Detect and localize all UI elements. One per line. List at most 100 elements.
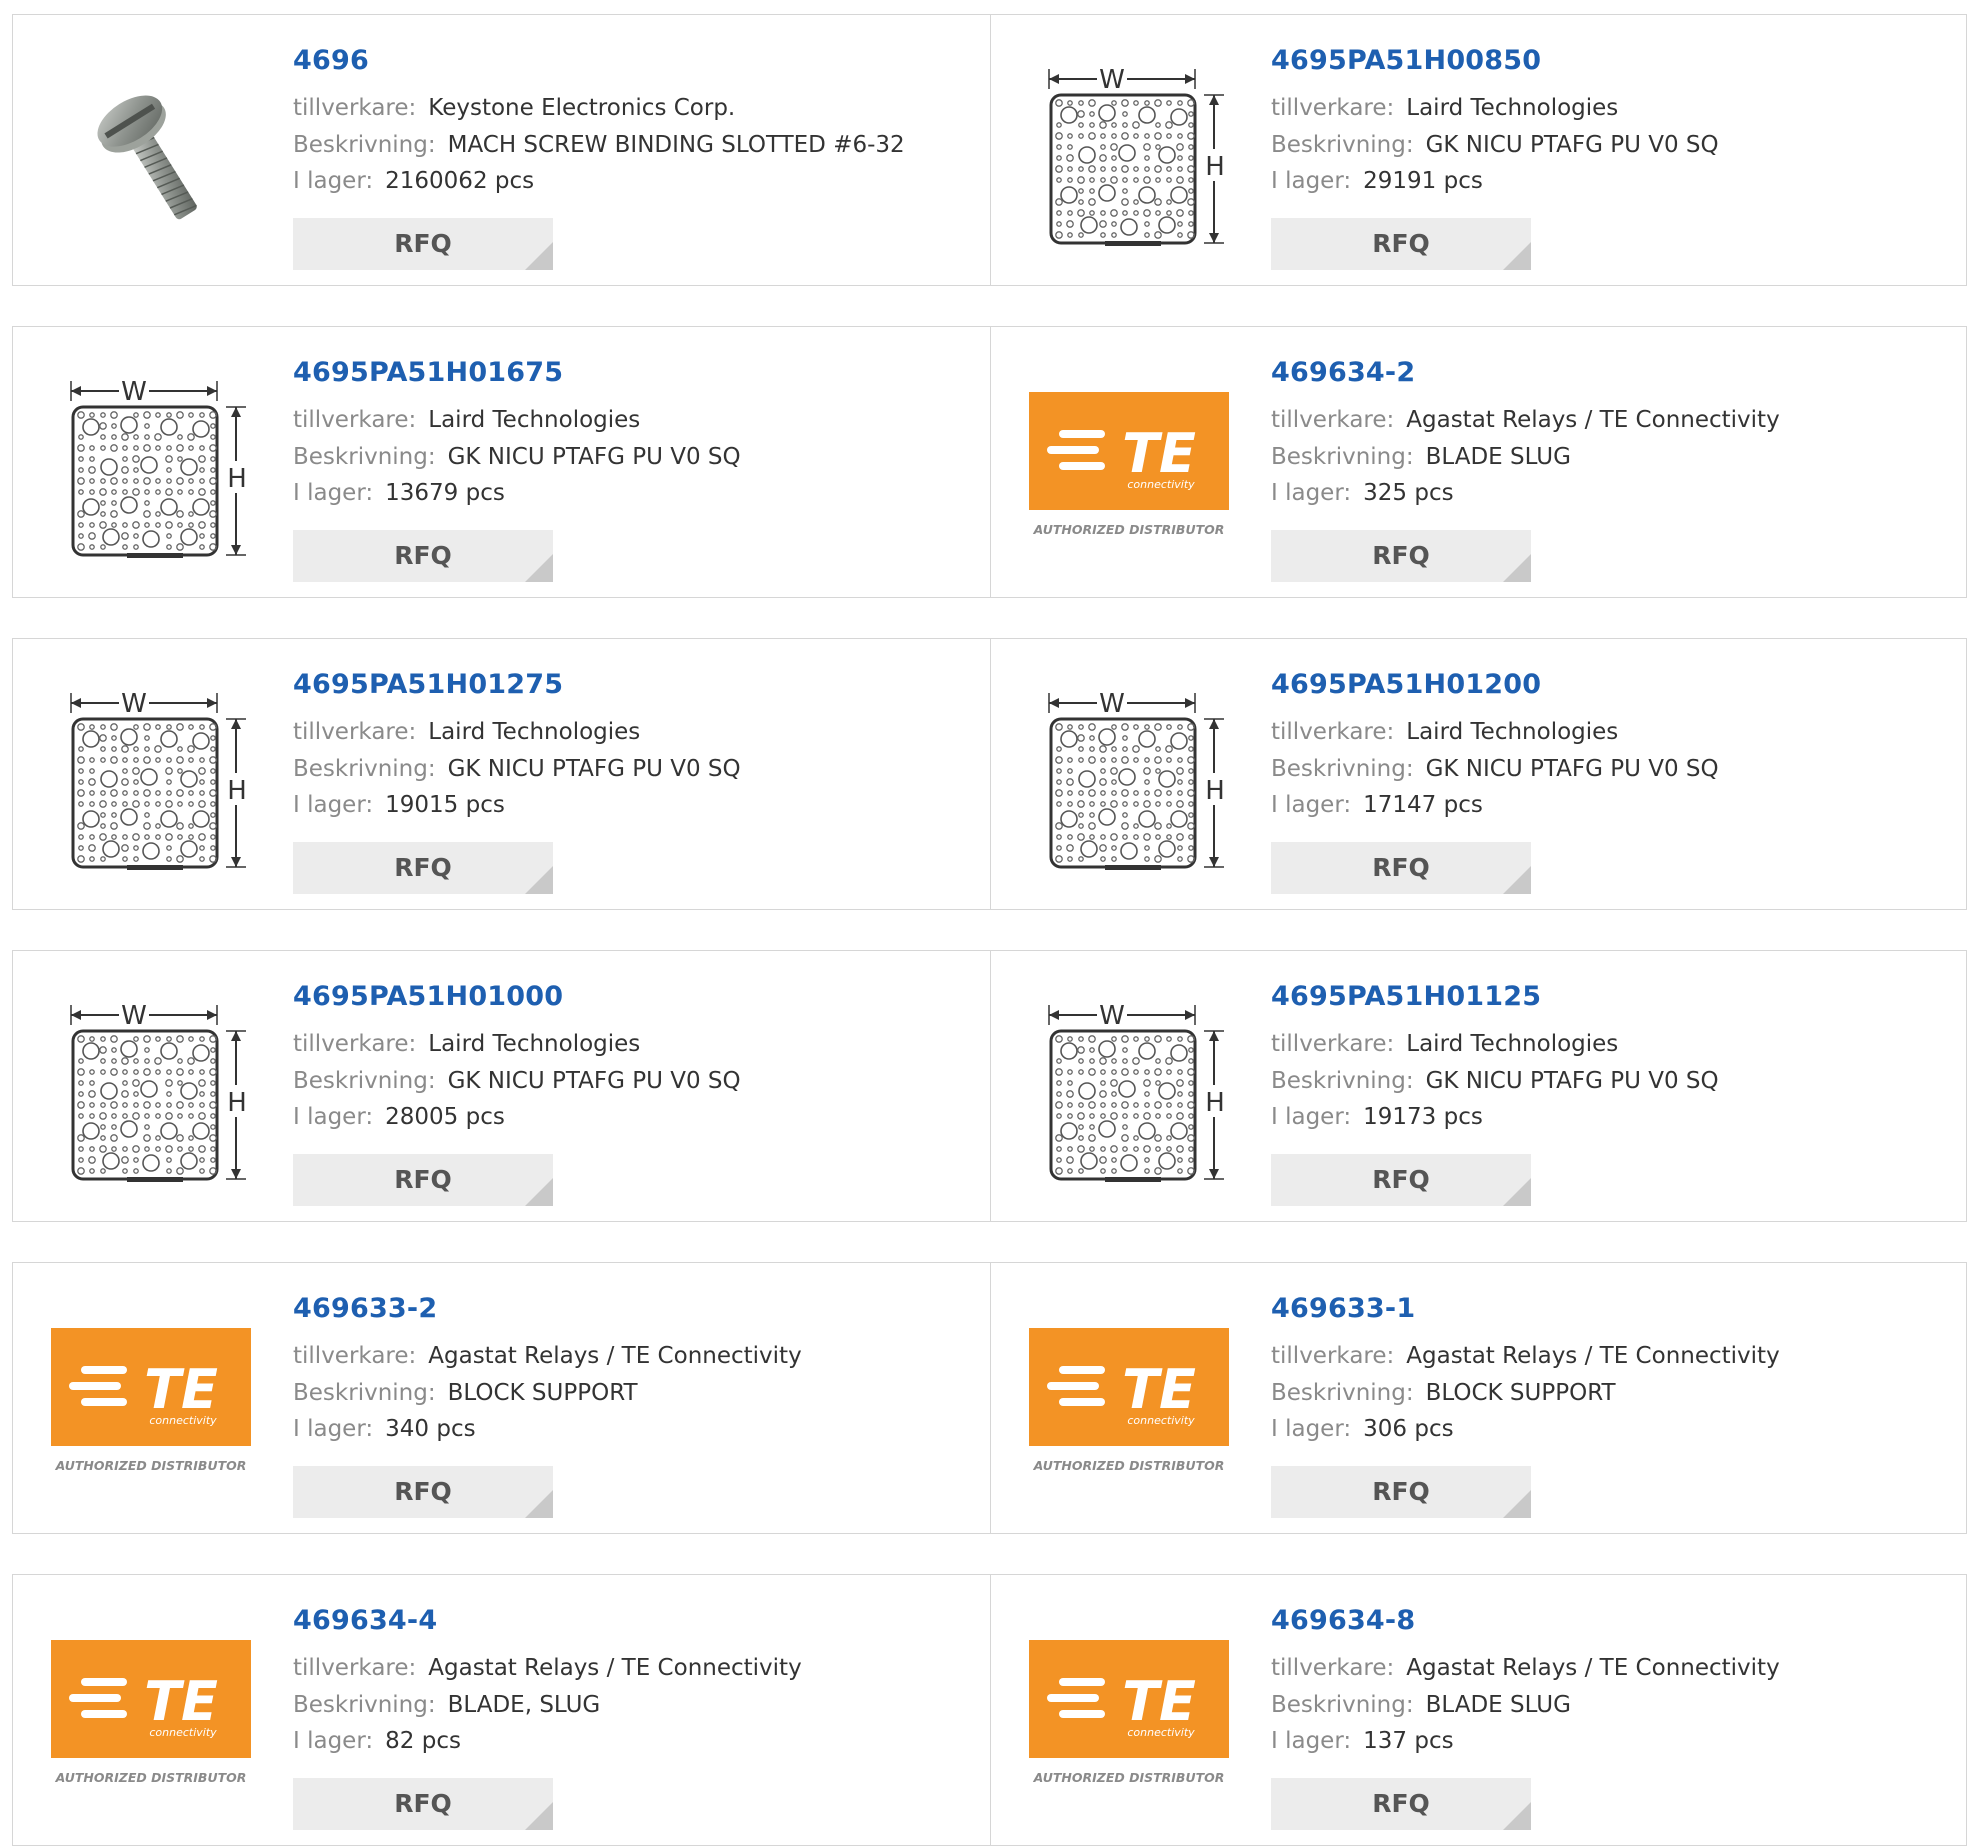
manufacturer-line: tillverkare: Agastat Relays / TE Connecti… (293, 1343, 802, 1369)
manufacturer-value: Agastat Relays / TE Connectivity (1406, 1655, 1780, 1681)
description-label: Beskrivning: (293, 1692, 436, 1718)
part-number-link[interactable]: 4695PA51H00850 (1271, 45, 1541, 76)
product-thumbnail[interactable]: WH (1029, 991, 1229, 1191)
product-thumbnail[interactable]: WH (51, 679, 251, 879)
rfq-label: RFQ (1372, 1789, 1430, 1818)
manufacturer-line: tillverkare: Agastat Relays / TE Connecti… (293, 1655, 802, 1681)
description-line: Beskrivning: BLADE SLUG (1271, 1692, 1571, 1718)
description-line: Beskrivning: BLOCK SUPPORT (293, 1380, 638, 1406)
svg-text:H: H (227, 776, 247, 806)
part-number-link[interactable]: 469633-1 (1271, 1293, 1415, 1324)
svg-text:connectivity: connectivity (1127, 478, 1195, 491)
stock-line: I lager: 82 pcs (293, 1728, 461, 1754)
product-card: WH 4695PA51H01000 tillverkare: Laird Tech… (13, 951, 990, 1221)
svg-text:H: H (1205, 776, 1225, 806)
corner-fold-icon (1503, 1178, 1531, 1206)
product-card: WH 4695PA51H01675 tillverkare: Laird Tech… (13, 327, 990, 597)
description-line: Beskrivning: GK NICU PTAFG PU V0 SQ (293, 444, 741, 470)
stock-value: 340 pcs (385, 1416, 476, 1442)
te-logo-icon: TEconnectivity AUTHORIZED DISTRIBUTOR (1029, 1640, 1229, 1785)
corner-fold-icon (525, 1802, 553, 1830)
rfq-label: RFQ (1372, 541, 1430, 570)
svg-text:TE: TE (1122, 422, 1196, 485)
te-logo-icon: TEconnectivity AUTHORIZED DISTRIBUTOR (1029, 1328, 1229, 1473)
product-thumbnail[interactable]: TE connectivity AUTHORIZED DISTRIBUTOR (1029, 367, 1229, 567)
manufacturer-line: tillverkare: Laird Technologies (293, 1031, 640, 1057)
rfq-button[interactable]: RFQ (1271, 842, 1531, 894)
manufacturer-label: tillverkare: (1271, 1343, 1395, 1369)
manufacturer-value: Laird Technologies (1406, 95, 1619, 121)
stock-value: 19015 pcs (385, 792, 505, 818)
description-label: Beskrivning: (293, 1068, 436, 1094)
product-row: 4696 tillverkare: Keystone Electronics Co… (12, 14, 1967, 286)
manufacturer-label: tillverkare: (293, 719, 417, 745)
corner-fold-icon (525, 1178, 553, 1206)
part-number-link[interactable]: 469634-8 (1271, 1605, 1415, 1636)
rfq-button[interactable]: RFQ (293, 1466, 553, 1518)
product-card: TE connectivity AUTHORIZED DISTRIBUTOR 469… (991, 1263, 1968, 1533)
manufacturer-line: tillverkare: Agastat Relays / TE Connecti… (1271, 407, 1780, 433)
product-card: TE connectivity AUTHORIZED DISTRIBUTOR 469… (991, 1575, 1968, 1845)
rfq-button[interactable]: RFQ (293, 1778, 553, 1830)
description-label: Beskrivning: (1271, 132, 1414, 158)
description-line: Beskrivning: GK NICU PTAFG PU V0 SQ (1271, 1068, 1719, 1094)
stock-label: I lager: (1271, 168, 1352, 194)
description-line: Beskrivning: GK NICU PTAFG PU V0 SQ (1271, 756, 1719, 782)
stock-value: 137 pcs (1363, 1728, 1454, 1754)
rfq-button[interactable]: RFQ (1271, 530, 1531, 582)
part-number-link[interactable]: 469634-4 (293, 1605, 437, 1636)
rfq-button[interactable]: RFQ (1271, 1466, 1531, 1518)
description-value: GK NICU PTAFG PU V0 SQ (447, 1068, 741, 1094)
rfq-button[interactable]: RFQ (293, 218, 553, 270)
product-thumbnail[interactable]: WH (51, 367, 251, 567)
stock-label: I lager: (293, 1104, 374, 1130)
gasket-diagram-icon: WH (1048, 689, 1225, 870)
svg-text:AUTHORIZED DISTRIBUTOR: AUTHORIZED DISTRIBUTOR (1033, 1770, 1225, 1785)
product-thumbnail[interactable]: WH (1029, 679, 1229, 879)
part-number-link[interactable]: 4695PA51H01125 (1271, 981, 1541, 1012)
product-thumbnail[interactable]: TE connectivity AUTHORIZED DISTRIBUTOR (1029, 1303, 1229, 1503)
svg-text:AUTHORIZED DISTRIBUTOR: AUTHORIZED DISTRIBUTOR (55, 1458, 247, 1473)
svg-text:H: H (1205, 1088, 1225, 1118)
part-number-link[interactable]: 469633-2 (293, 1293, 437, 1324)
product-thumbnail[interactable]: TE connectivity AUTHORIZED DISTRIBUTOR (1029, 1615, 1229, 1815)
description-label: Beskrivning: (1271, 1380, 1414, 1406)
product-thumbnail[interactable]: TE connectivity AUTHORIZED DISTRIBUTOR (51, 1615, 251, 1815)
rfq-label: RFQ (394, 1789, 452, 1818)
svg-text:AUTHORIZED DISTRIBUTOR: AUTHORIZED DISTRIBUTOR (55, 1770, 247, 1785)
stock-value: 28005 pcs (385, 1104, 505, 1130)
manufacturer-value: Laird Technologies (428, 407, 641, 433)
rfq-button[interactable]: RFQ (293, 842, 553, 894)
rfq-button[interactable]: RFQ (293, 530, 553, 582)
rfq-button[interactable]: RFQ (1271, 1154, 1531, 1206)
description-line: Beskrivning: BLADE SLUG (1271, 444, 1571, 470)
rfq-button[interactable]: RFQ (1271, 1778, 1531, 1830)
stock-value: 306 pcs (1363, 1416, 1454, 1442)
part-number-link[interactable]: 4696 (293, 45, 369, 76)
stock-line: I lager: 2160062 pcs (293, 168, 534, 194)
rfq-button[interactable]: RFQ (293, 1154, 553, 1206)
product-thumbnail[interactable]: WH (1029, 55, 1229, 255)
part-number-link[interactable]: 4695PA51H01000 (293, 981, 563, 1012)
product-thumbnail[interactable]: WH (51, 991, 251, 1191)
product-thumbnail[interactable] (51, 55, 251, 255)
stock-line: I lager: 325 pcs (1271, 480, 1454, 506)
description-label: Beskrivning: (1271, 1692, 1414, 1718)
part-number-link[interactable]: 4695PA51H01275 (293, 669, 563, 700)
description-label: Beskrivning: (293, 132, 436, 158)
product-row: WH 4695PA51H01675 tillverkare: Laird Tech… (12, 326, 1967, 598)
svg-text:W: W (1099, 1001, 1125, 1031)
rfq-button[interactable]: RFQ (1271, 218, 1531, 270)
product-card: WH 4695PA51H00850 tillverkare: Laird Tech… (991, 15, 1968, 285)
part-number-link[interactable]: 4695PA51H01675 (293, 357, 563, 388)
rfq-label: RFQ (394, 1165, 452, 1194)
manufacturer-value: Agastat Relays / TE Connectivity (1406, 1343, 1780, 1369)
product-thumbnail[interactable]: TE connectivity AUTHORIZED DISTRIBUTOR (51, 1303, 251, 1503)
part-number-link[interactable]: 4695PA51H01200 (1271, 669, 1541, 700)
description-value: GK NICU PTAFG PU V0 SQ (1425, 1068, 1719, 1094)
manufacturer-label: tillverkare: (1271, 407, 1395, 433)
corner-fold-icon (1503, 554, 1531, 582)
part-number-link[interactable]: 469634-2 (1271, 357, 1415, 388)
description-line: Beskrivning: BLADE, SLUG (293, 1692, 600, 1718)
stock-value: 325 pcs (1363, 480, 1454, 506)
